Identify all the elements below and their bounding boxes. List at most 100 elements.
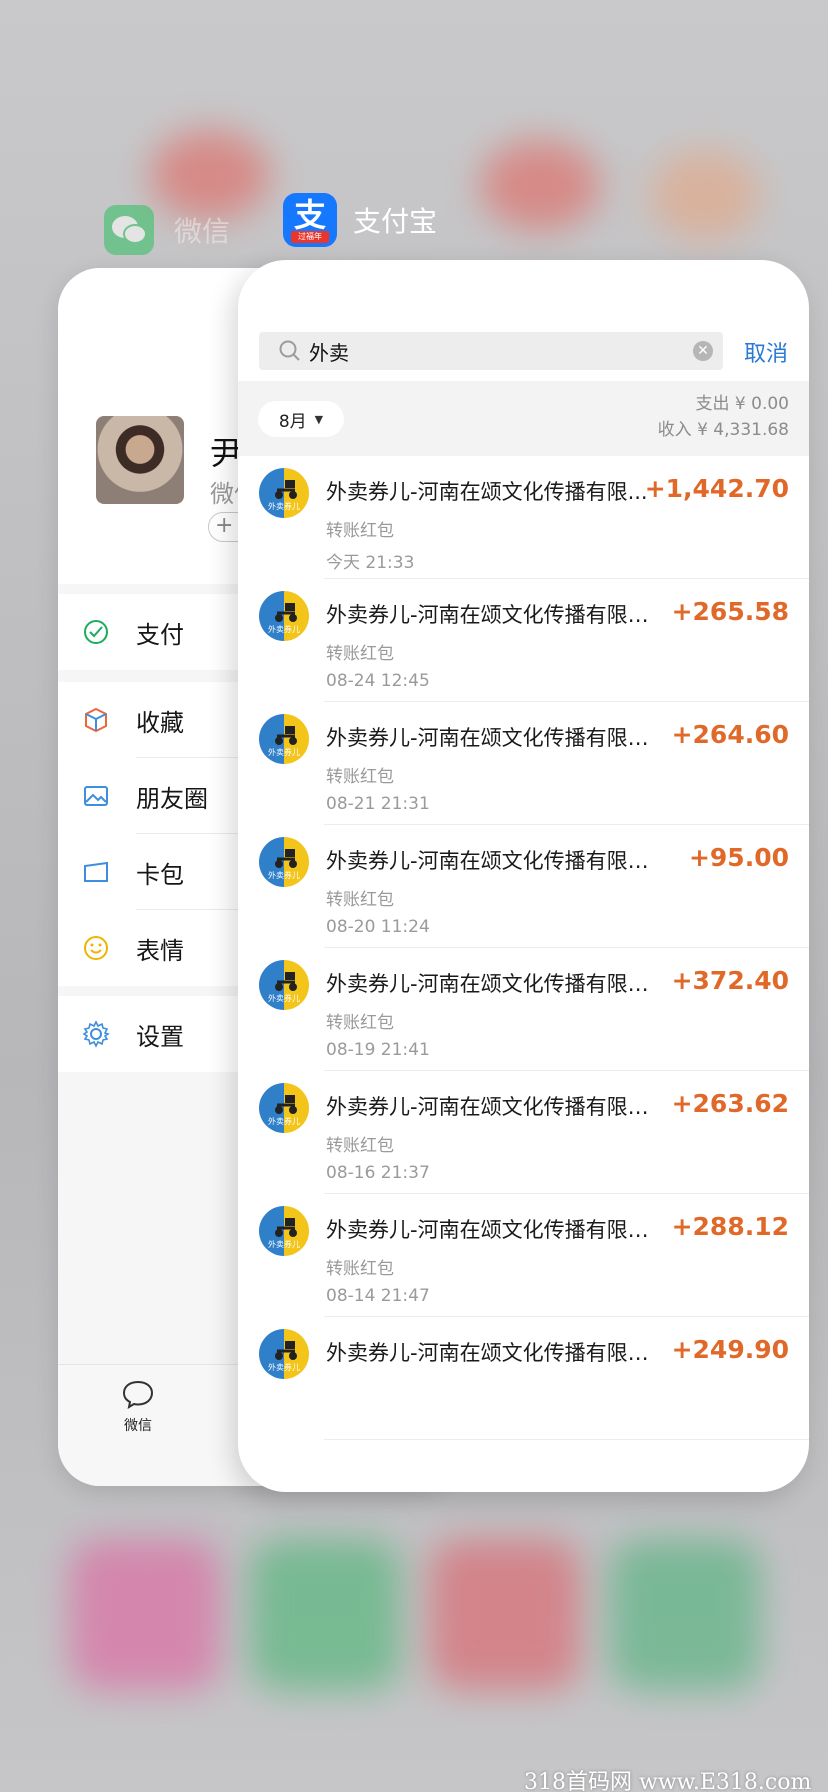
merchant-logo: 外卖券儿 <box>259 1083 309 1133</box>
transaction-category: 转账红包 <box>326 767 394 787</box>
transaction-row[interactable]: 外卖券儿 外卖券儿-河南在颂文化传播有限公... +264.60 转账红包 08-21 … <box>238 702 809 825</box>
delivery-scooter-icon <box>275 603 297 622</box>
divider <box>324 1439 809 1440</box>
transaction-title: 外卖券儿-河南在颂文化传播有限公... <box>326 1095 666 1119</box>
transaction-title: 外卖券儿-河南在颂文化传播有限... <box>326 480 648 504</box>
alipay-icon-badge: 过福年 <box>291 231 329 243</box>
delivery-scooter-icon <box>275 1218 297 1237</box>
watermark-text: 318首码网 www.E318.com <box>524 1770 812 1792</box>
transaction-row[interactable]: 外卖券儿 外卖券儿-河南在颂文化传播有限公司... +95.00 转账红包 08-20 … <box>238 825 809 948</box>
transaction-category: 转账红包 <box>326 644 394 664</box>
income-total: 收入 ¥ 4,331.68 <box>657 420 789 440</box>
month-label: 8月 <box>278 411 307 432</box>
transaction-amount: +265.58 <box>671 597 789 626</box>
transaction-row[interactable]: 外卖券儿 外卖券儿-河南在颂文化传播有限公... +288.12 转账红包 08-14 … <box>238 1194 809 1317</box>
menu-item-label: 表情 <box>136 936 184 965</box>
alipay-app-icon: 支 过福年 <box>283 193 337 247</box>
transaction-row[interactable]: 外卖券儿 外卖券儿-河南在颂文化传播有限公... +372.40 转账红包 08-19 … <box>238 948 809 1071</box>
merchant-logo: 外卖券儿 <box>259 714 309 764</box>
transaction-amount: +264.60 <box>671 720 789 749</box>
wechat-app-label[interactable]: 微信 <box>104 205 230 255</box>
transaction-title: 外卖券儿-河南在颂文化传播有限公... <box>326 1218 666 1242</box>
merchant-logo: 外卖券儿 <box>259 1329 309 1379</box>
bill-filter-bar: 8月 ▼ 支出 ¥ 0.00 收入 ¥ 4,331.68 <box>238 381 809 456</box>
transaction-title: 外卖券儿-河南在颂文化传播有限公司... <box>326 849 666 873</box>
transaction-amount: +288.12 <box>671 1212 789 1241</box>
wechat-app-name: 微信 <box>174 215 231 248</box>
transaction-title: 外卖券儿-河南在颂文化传播有限公... <box>326 1341 666 1365</box>
settings-gear-icon <box>82 1020 110 1048</box>
merchant-logo-text: 外卖券儿 <box>268 502 300 511</box>
favorites-cube-icon <box>82 706 110 734</box>
merchant-logo-text: 外卖券儿 <box>268 748 300 757</box>
merchant-logo-text: 外卖券儿 <box>268 1363 300 1372</box>
merchant-logo: 外卖券儿 <box>259 960 309 1010</box>
wechat-pay-icon <box>82 618 110 646</box>
menu-item-label: 朋友圈 <box>136 784 208 813</box>
tab-chats-label: 微信 <box>124 1418 152 1434</box>
background-blob <box>430 1540 580 1690</box>
background-blob <box>610 1540 760 1690</box>
wechat-app-icon <box>104 205 154 255</box>
clear-search-icon[interactable]: ✕ <box>693 341 713 361</box>
delivery-scooter-icon <box>275 972 297 991</box>
background-blob <box>650 150 760 240</box>
delivery-scooter-icon <box>275 1341 297 1360</box>
delivery-scooter-icon <box>275 726 297 745</box>
moments-picture-icon <box>82 782 110 810</box>
background-blob <box>70 1540 220 1690</box>
chat-bubble-icon <box>122 1380 154 1410</box>
transaction-category: 转账红包 <box>326 1136 394 1156</box>
transaction-row[interactable]: 外卖券儿 外卖券儿-河南在颂文化传播有限公... +265.58 转账红包 08-24 … <box>238 579 809 702</box>
transaction-time: 08-20 11:24 <box>326 917 430 937</box>
delivery-scooter-icon <box>275 1095 297 1114</box>
menu-item-label: 卡包 <box>136 860 184 889</box>
background-blob <box>250 1540 400 1690</box>
card-wallet-icon <box>82 858 110 886</box>
expense-total: 支出 ¥ 0.00 <box>695 394 789 414</box>
transaction-category: 转账红包 <box>326 1259 394 1279</box>
transaction-amount: +95.00 <box>688 843 789 872</box>
transaction-time: 08-19 21:41 <box>326 1040 430 1060</box>
delivery-scooter-icon <box>275 849 297 868</box>
transaction-row[interactable]: 外卖券儿 外卖券儿-河南在颂文化传播有限... +1,442.70 转账红包今天 21… <box>238 456 809 579</box>
menu-item-label: 支付 <box>136 620 184 649</box>
merchant-logo-text: 外卖券儿 <box>268 1240 300 1249</box>
transaction-time: 08-24 12:45 <box>326 671 430 691</box>
transaction-row[interactable]: 外卖券儿 外卖券儿-河南在颂文化传播有限公... +249.90 <box>238 1317 809 1440</box>
merchant-logo-text: 外卖券儿 <box>268 994 300 1003</box>
menu-item-label: 收藏 <box>136 708 184 737</box>
transaction-category: 转账红包 <box>326 521 394 541</box>
transaction-title: 外卖券儿-河南在颂文化传播有限公... <box>326 726 666 750</box>
search-input[interactable] <box>309 339 669 363</box>
cancel-button[interactable]: 取消 <box>744 336 788 368</box>
search-bar[interactable]: ✕ <box>259 332 723 370</box>
transaction-title: 外卖券儿-河南在颂文化传播有限公... <box>326 603 666 627</box>
merchant-logo: 外卖券儿 <box>259 1206 309 1256</box>
transaction-category: 转账红包 <box>326 890 394 910</box>
alipay-app-name: 支付宝 <box>353 205 438 238</box>
merchant-logo-text: 外卖券儿 <box>268 625 300 634</box>
merchant-logo-text: 外卖券儿 <box>268 1117 300 1126</box>
alipay-icon-glyph: 支 <box>293 196 326 234</box>
merchant-logo: 外卖券儿 <box>259 591 309 641</box>
alipay-app-label[interactable]: 支 过福年 支付宝 <box>283 193 437 247</box>
transaction-amount: +1,442.70 <box>644 474 789 503</box>
sticker-smile-icon <box>82 934 110 962</box>
delivery-scooter-icon <box>275 480 297 499</box>
merchant-logo: 外卖券儿 <box>259 468 309 518</box>
transaction-time: 08-16 21:37 <box>326 1163 430 1183</box>
transaction-title: 外卖券儿-河南在颂文化传播有限公... <box>326 972 666 996</box>
transaction-amount: +249.90 <box>671 1335 789 1364</box>
avatar[interactable] <box>96 416 184 504</box>
alipay-app-card[interactable]: ✕ 取消 8月 ▼ 支出 ¥ 0.00 收入 ¥ 4,331.68 外卖券儿外卖… <box>238 260 809 1492</box>
month-totals: 支出 ¥ 0.00 收入 ¥ 4,331.68 <box>658 391 789 443</box>
tab-chats[interactable]: 微信 <box>108 1379 168 1435</box>
transaction-row[interactable]: 外卖券儿 外卖券儿-河南在颂文化传播有限公... +263.62 转账红包 08-16 … <box>238 1071 809 1194</box>
transaction-time: 今天 21:33 <box>326 553 415 573</box>
transaction-category: 转账红包 <box>326 1013 394 1033</box>
month-selector[interactable]: 8月 ▼ <box>258 401 344 437</box>
search-icon <box>279 340 300 361</box>
background-blob <box>480 140 600 230</box>
menu-item-label: 设置 <box>136 1022 184 1051</box>
